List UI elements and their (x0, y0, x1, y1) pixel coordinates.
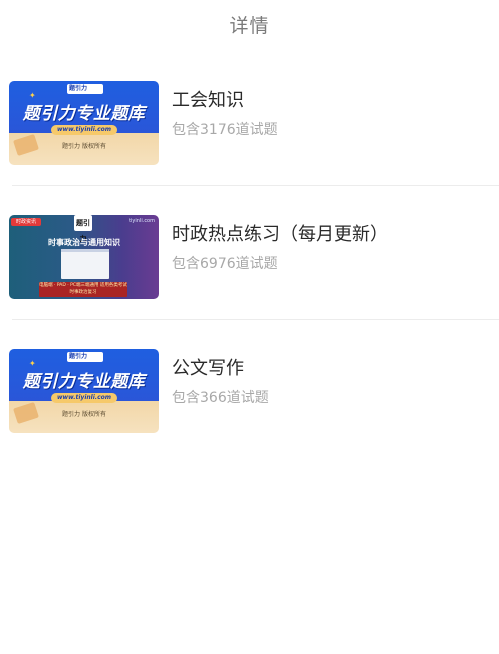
detail-page: 详情 ✦ 题引力 题引力专业题库 www.tiyinli.com 题引力 版权所… (0, 0, 499, 654)
banner-headline: 题引力专业题库 (22, 372, 146, 392)
banner-headline: 题引力专业题库 (22, 104, 146, 124)
item-question-count: 包含366道试题 (172, 390, 269, 406)
banner-footer: 题引力 版权所有 (62, 411, 106, 418)
item-question-count: 包含6976道试题 (172, 256, 278, 272)
item-title[interactable]: 时政热点练习（每月更新） (172, 220, 388, 246)
banner-logo: 题引力 (69, 85, 88, 92)
course-list: ✦ 题引力 题引力专业题库 www.tiyinli.com 题引力 版权所有 工… (0, 52, 499, 454)
banner-site: tiyinli.com (129, 218, 155, 224)
banner-url: www.tiyinli.com (51, 125, 117, 135)
banner-footer: 题引力 版权所有 (62, 143, 106, 150)
list-item-1[interactable]: ✦ 题引力 题引力专业题库 www.tiyinli.com 题引力 版权所有 工… (0, 52, 499, 186)
item-title[interactable]: 工会知识 (172, 86, 244, 112)
banner-logo: 题引力 (74, 215, 92, 243)
banner-logo: 题引力 (69, 353, 88, 360)
banner-headline: 时事政治与通用知识 (48, 238, 120, 247)
banner-image: 时政资讯 题引力 tiyinli.com 时事政治与通用知识 电脑端 · PAD… (9, 215, 159, 299)
screen-mockup (61, 249, 109, 279)
header: 详情 (0, 0, 499, 52)
item-question-count: 包含3176道试题 (172, 122, 278, 138)
item-thumbnail[interactable]: ✦ 题引力 题引力专业题库 www.tiyinli.com 题引力 版权所有 (9, 349, 159, 433)
banner-image: ✦ 题引力 题引力专业题库 www.tiyinli.com 题引力 版权所有 (9, 349, 159, 433)
banner-image: ✦ 题引力 题引力专业题库 www.tiyinli.com 题引力 版权所有 (9, 81, 159, 165)
list-item-2[interactable]: 时政资讯 题引力 tiyinli.com 时事政治与通用知识 电脑端 · PAD… (0, 186, 499, 320)
banner-band-text: 电脑端 · PAD · PC端三端通用 适用各类考试时事政治复习 (39, 283, 127, 295)
banner-tag: 时政资讯 (11, 218, 41, 226)
item-thumbnail[interactable]: 时政资讯 题引力 tiyinli.com 时事政治与通用知识 电脑端 · PAD… (9, 215, 159, 299)
page-title: 详情 (229, 14, 270, 37)
item-thumbnail[interactable]: ✦ 题引力 题引力专业题库 www.tiyinli.com 题引力 版权所有 (9, 81, 159, 165)
banner-url: www.tiyinli.com (51, 393, 117, 403)
screen-mockup-bar (61, 249, 109, 252)
list-item-3[interactable]: ✦ 题引力 题引力专业题库 www.tiyinli.com 题引力 版权所有 公… (0, 320, 499, 454)
item-title[interactable]: 公文写作 (172, 354, 244, 380)
